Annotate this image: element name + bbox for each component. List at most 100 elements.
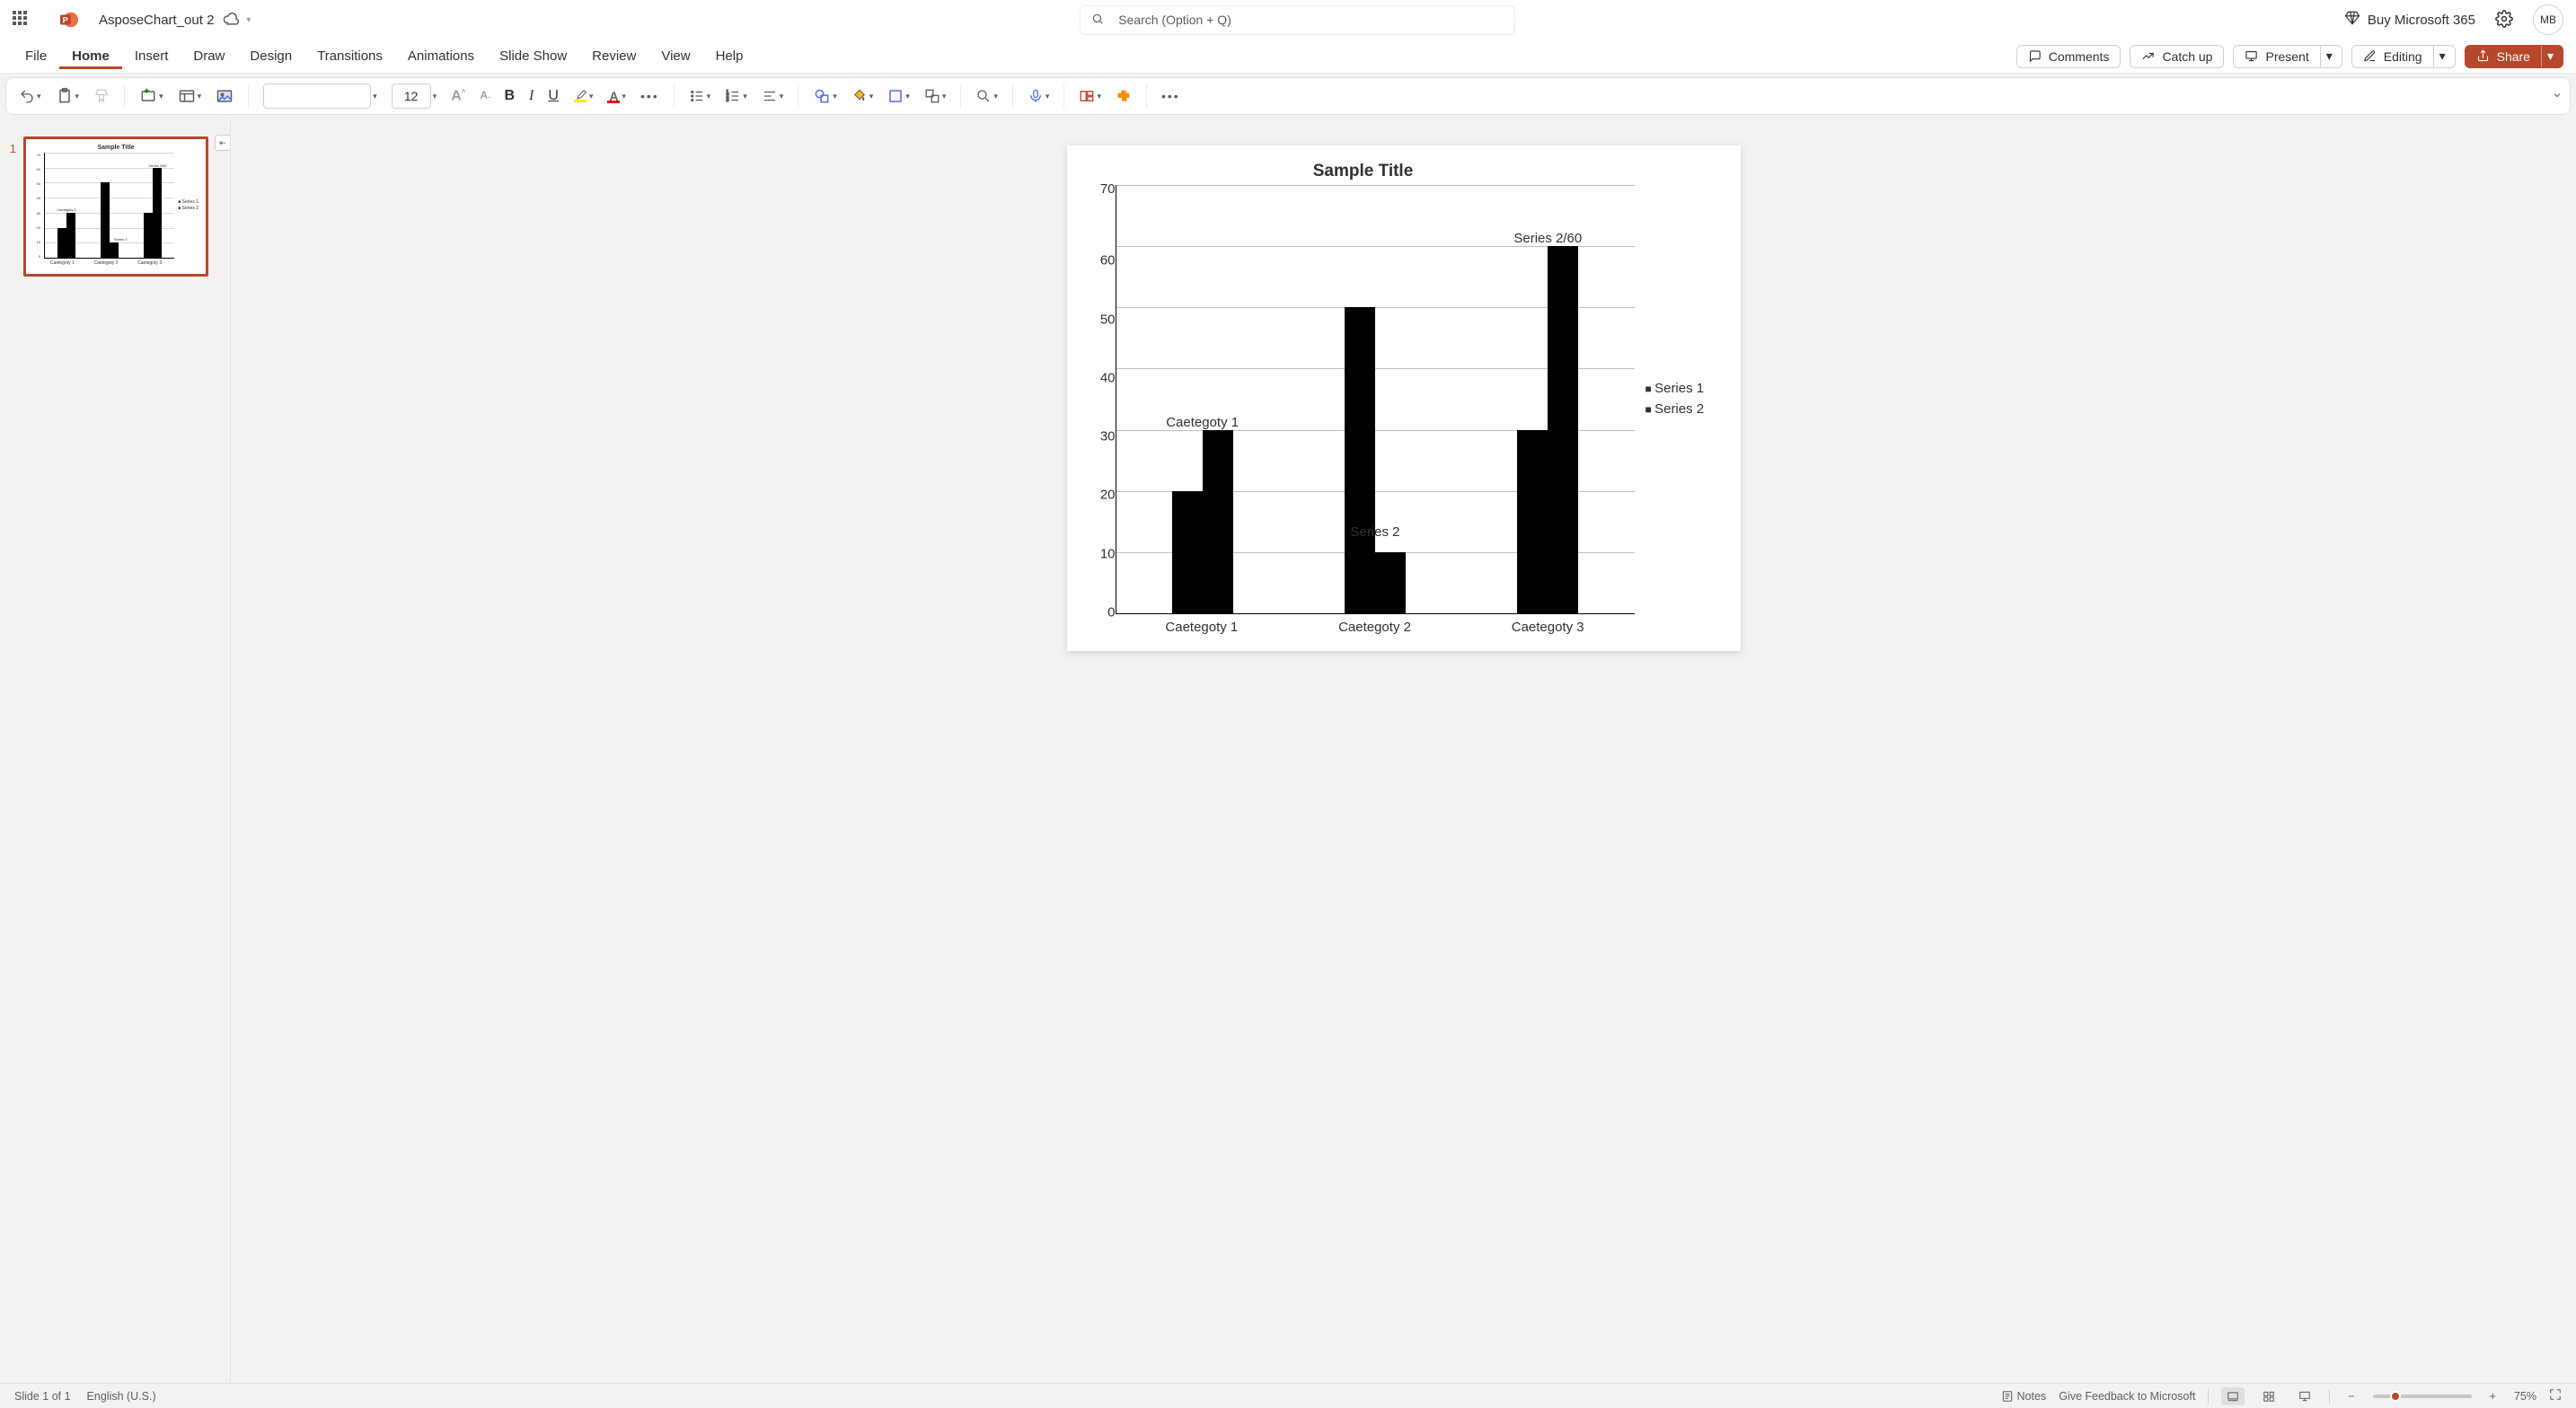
diamond-icon xyxy=(2344,10,2360,30)
catch-up-button[interactable]: Catch up xyxy=(2130,45,2224,68)
tab-animations[interactable]: Animations xyxy=(395,43,487,69)
tab-slideshow[interactable]: Slide Show xyxy=(487,43,579,69)
comments-label: Comments xyxy=(2049,49,2110,64)
share-icon xyxy=(2476,49,2490,63)
tab-review[interactable]: Review xyxy=(579,43,648,69)
slide-counter[interactable]: Slide 1 of 1 xyxy=(14,1390,71,1403)
share-chevron-icon[interactable]: ▾ xyxy=(2541,46,2559,67)
account-avatar[interactable]: MB xyxy=(2533,4,2563,35)
font-size-select[interactable]: 12▾ xyxy=(386,80,443,112)
present-icon xyxy=(2245,49,2258,63)
chart-data-label: Caetegoty 1 xyxy=(1166,415,1239,430)
editing-label: Editing xyxy=(2384,49,2422,64)
layout-button[interactable]: ▾ xyxy=(172,84,207,109)
fit-to-window-button[interactable] xyxy=(2549,1388,2562,1404)
chart-bar xyxy=(1548,246,1578,613)
avatar-initials: MB xyxy=(2540,13,2556,26)
search-placeholder: Search (Option + Q) xyxy=(1118,13,1231,27)
designer-button[interactable]: ▾ xyxy=(1073,84,1107,108)
paste-button[interactable]: ▾ xyxy=(50,84,85,109)
comments-button[interactable]: Comments xyxy=(2016,45,2122,68)
slide-canvas-area[interactable]: Sample Title 70 60 50 40 30 20 10 0 xyxy=(230,119,2576,1383)
zoom-slider[interactable] xyxy=(2373,1395,2472,1398)
collapse-ribbon-button[interactable] xyxy=(2552,89,2563,103)
language-indicator[interactable]: English (U.S.) xyxy=(87,1390,156,1403)
underline-button[interactable]: U xyxy=(543,84,564,108)
new-slide-button[interactable]: ▾ xyxy=(134,84,169,109)
workspace: ⇤ 1 Sample Title 706050403020100 Ca xyxy=(0,119,2576,1383)
dictate-button[interactable]: ▾ xyxy=(1022,84,1055,108)
search-input[interactable]: Search (Option + Q) xyxy=(1080,5,1515,35)
notes-button[interactable]: Notes xyxy=(2001,1390,2047,1403)
font-name-select[interactable]: ▾ xyxy=(258,80,383,112)
increase-font-size-button[interactable]: A^ xyxy=(446,84,471,108)
tab-view[interactable]: View xyxy=(648,43,702,69)
find-button[interactable]: ▾ xyxy=(970,84,1003,108)
tab-design[interactable]: Design xyxy=(237,43,304,69)
feedback-link[interactable]: Give Feedback to Microsoft xyxy=(2059,1390,2195,1403)
title-caret-icon[interactable]: ▾ xyxy=(246,15,251,25)
thumb-plot-area: Caetegoty 1 Series 2 Series 2/60 xyxy=(44,153,174,259)
slide-thumbnail-1[interactable]: Sample Title 706050403020100 Caetegoty 1 xyxy=(23,136,208,277)
tab-file[interactable]: File xyxy=(13,43,59,69)
ribbon-overflow-button[interactable]: ••• xyxy=(1156,85,1186,107)
comment-icon xyxy=(2028,49,2042,63)
settings-gear-icon[interactable] xyxy=(2495,10,2513,31)
chart-category-group: Series 2 xyxy=(1289,185,1461,613)
thumb-legend: Series 1 Series 2 xyxy=(178,199,198,212)
chart-object[interactable]: Sample Title 70 60 50 40 30 20 10 0 xyxy=(1092,162,1716,635)
decrease-font-size-button[interactable]: Aˇ xyxy=(474,85,495,107)
title-bar: P AsposeChart_out 2 ▾ Search (Option + Q… xyxy=(0,0,2576,40)
font-size-value: 12 xyxy=(404,89,419,103)
catch-up-icon xyxy=(2141,49,2155,63)
more-font-options-button[interactable]: ••• xyxy=(635,85,665,107)
bullets-button[interactable]: ▾ xyxy=(684,84,717,108)
shapes-button[interactable]: ▾ xyxy=(807,84,842,109)
collapse-thumbnails-button[interactable]: ⇤ xyxy=(215,135,231,151)
zoom-percent[interactable]: 75% xyxy=(2514,1390,2536,1403)
chart-bar xyxy=(1517,430,1548,613)
font-color-button[interactable]: A▾ xyxy=(602,85,631,107)
thumb-x-axis: Caetegoty 1Caetegoty 2Caetegoty 3 xyxy=(40,260,172,266)
align-button[interactable]: ▾ xyxy=(756,84,790,108)
tab-help[interactable]: Help xyxy=(703,43,756,69)
zoom-in-button[interactable]: + xyxy=(2484,1387,2501,1405)
normal-view-button[interactable] xyxy=(2221,1387,2245,1405)
add-ins-button[interactable] xyxy=(1110,84,1137,108)
tab-transitions[interactable]: Transitions xyxy=(304,43,395,69)
numbering-button[interactable]: 123▾ xyxy=(719,84,753,108)
italic-button[interactable]: I xyxy=(524,84,539,108)
present-chevron-icon[interactable]: ▾ xyxy=(2320,46,2338,67)
thumb-chart-title: Sample Title xyxy=(33,145,198,151)
tab-draw[interactable]: Draw xyxy=(181,43,237,69)
tab-home[interactable]: Home xyxy=(59,43,122,69)
share-button[interactable]: Share ▾ xyxy=(2465,45,2563,68)
bold-button[interactable]: B xyxy=(498,84,520,108)
editing-chevron-icon[interactable]: ▾ xyxy=(2433,46,2451,67)
highlight-button[interactable]: ▾ xyxy=(568,86,599,106)
document-name[interactable]: AsposeChart_out 2 xyxy=(99,13,214,28)
undo-button[interactable]: ▾ xyxy=(13,84,47,108)
shape-fill-button[interactable]: ▾ xyxy=(846,84,879,108)
slideshow-view-button[interactable] xyxy=(2293,1387,2316,1405)
chart-y-axis: 70 60 50 40 30 20 10 0 xyxy=(1092,185,1116,614)
format-painter-button[interactable] xyxy=(88,84,115,108)
buy-label: Buy Microsoft 365 xyxy=(2368,13,2475,28)
share-label: Share xyxy=(2497,49,2530,64)
status-bar: Slide 1 of 1 English (U.S.) Notes Give F… xyxy=(0,1383,2576,1408)
buy-microsoft-365-link[interactable]: Buy Microsoft 365 xyxy=(2344,10,2475,30)
slide-1[interactable]: Sample Title 70 60 50 40 30 20 10 0 xyxy=(1067,145,1741,651)
picture-button[interactable] xyxy=(210,84,239,109)
zoom-out-button[interactable]: − xyxy=(2342,1387,2360,1405)
app-launcher-icon[interactable] xyxy=(13,11,31,29)
slide-thumbnail-index: 1 xyxy=(7,142,16,155)
saved-to-cloud-icon[interactable] xyxy=(223,11,239,30)
shape-outline-button[interactable]: ▾ xyxy=(882,84,915,108)
slide-sorter-view-button[interactable] xyxy=(2257,1387,2280,1405)
chart-x-label: Caetegoty 1 xyxy=(1116,614,1289,635)
tab-insert[interactable]: Insert xyxy=(122,43,181,69)
chart-legend: Series 1Series 2 xyxy=(1635,162,1716,635)
editing-mode-button[interactable]: Editing ▾ xyxy=(2351,45,2456,68)
arrange-button[interactable]: ▾ xyxy=(919,84,952,108)
present-button[interactable]: Present ▾ xyxy=(2233,45,2342,68)
